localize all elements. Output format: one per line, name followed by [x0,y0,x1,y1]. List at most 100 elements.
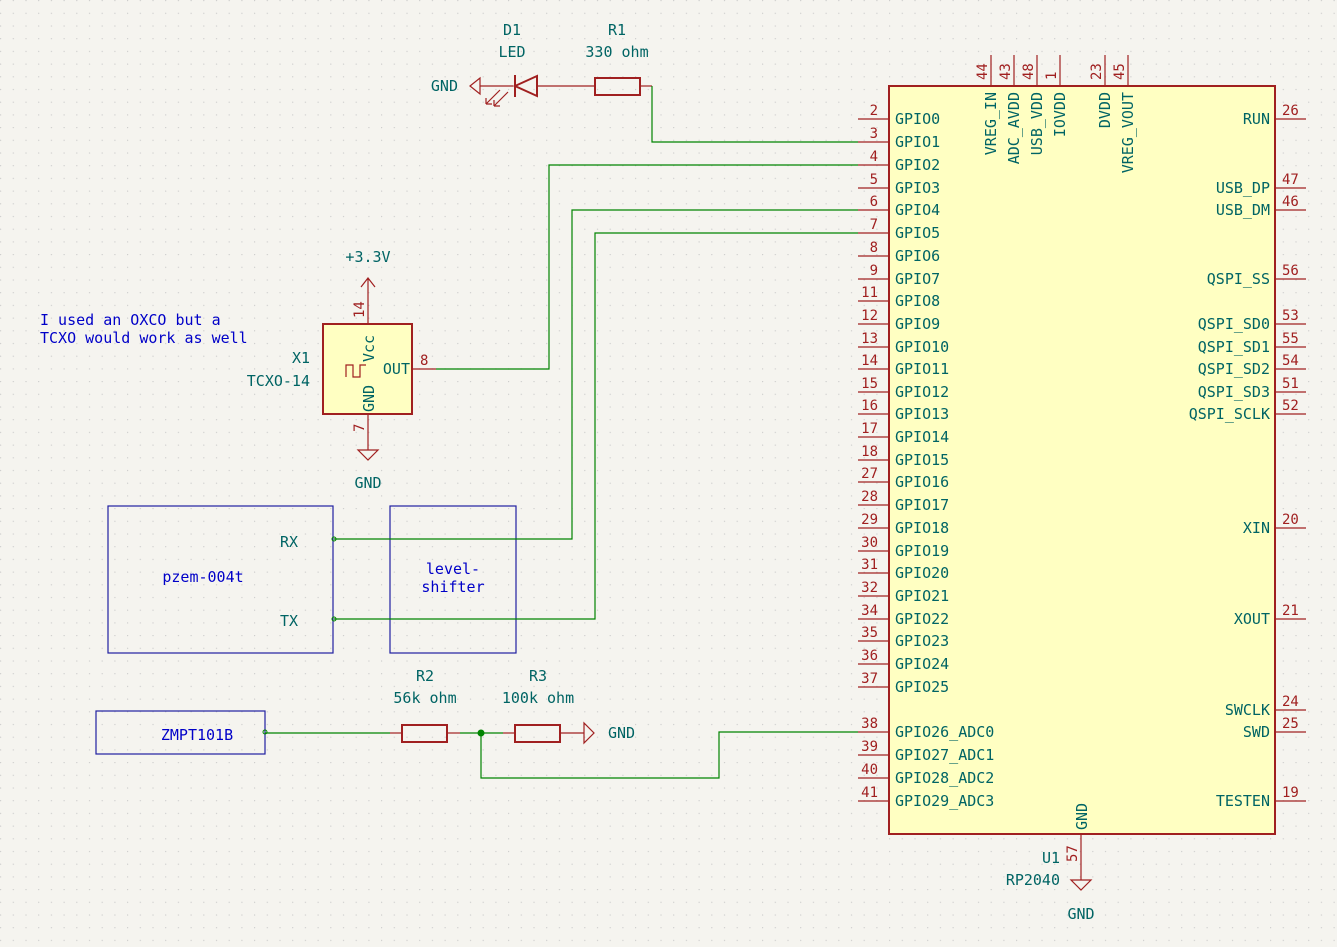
u1-pin-name: QSPI_SCLK [1189,405,1270,423]
u1-pin-num: 23 [1089,63,1105,80]
u1-pin-name: GPIO6 [895,247,940,265]
u1-pin-num: 7 [870,217,878,233]
x1-vcc-name: Vcc [360,335,378,362]
u1-pin-name: GPIO5 [895,224,940,242]
x1-ref: X1 [292,349,310,367]
x1-vcc-num: 14 [352,301,368,318]
x1-out-num: 8 [420,353,428,369]
u1-value: RP2040 [1006,871,1060,889]
mcu-u1[interactable]: 2 GPIO03 GPIO14 GPIO25 GPIO36 GPIO47 GPIO58 GPI… [858,55,1306,923]
u1-pin-num: 14 [861,353,878,369]
u1-gnd-pin-num: 57 [1065,845,1081,862]
u1-pin-num: 45 [1112,63,1128,80]
u1-pin-num: 31 [861,557,878,573]
u1-pin-name: QSPI_SD1 [1198,338,1270,356]
x1-power-label: +3.3V [345,248,390,266]
u1-pin-num: 5 [870,172,878,188]
u1-pin-name: GPIO3 [895,179,940,197]
u1-pin-name: GPIO23 [895,632,949,650]
u1-pin-name: GPIO0 [895,110,940,128]
u1-pin-name: GPIO13 [895,405,949,423]
pzem-tx-label: TX [280,612,298,630]
u1-pin-name: SWD [1243,723,1270,741]
r2-value: 56k ohm [393,689,456,707]
u1-pin-name: VREG_VOUT [1119,92,1137,173]
u1-pin-num: 20 [1282,512,1299,528]
note-line-2: TCXO would work as well [40,329,248,347]
u1-pin-name: USB_DP [1216,179,1270,197]
u1-pin-name: XOUT [1234,610,1270,628]
u1-pin-name: ADC_AVDD [1005,92,1023,164]
u1-pin-name: TESTEN [1216,792,1270,810]
u1-pin-num: 15 [861,376,878,392]
r3-value: 100k ohm [502,689,574,707]
u1-pin-name: GPIO14 [895,428,949,446]
level-shifter-line-2: shifter [421,578,484,596]
r3-gnd-label: GND [608,724,635,742]
note-line-1: I used an OXCO but a [40,311,221,329]
led-value: LED [498,43,525,61]
u1-pin-name: GPIO25 [895,678,949,696]
u1-pin-num: 24 [1282,694,1299,710]
u1-pin-name: GPIO17 [895,496,949,514]
u1-pin-name: SWCLK [1225,701,1270,719]
u1-pin-num: 8 [870,240,878,256]
u1-pin-name: GPIO20 [895,564,949,582]
r1-value: 330 ohm [585,43,648,61]
u1-pin-name: GPIO15 [895,451,949,469]
u1-gnd-pin-name: GND [1073,803,1091,830]
u1-pin-name: VREG_IN [982,92,1000,155]
u1-pin-num: 51 [1282,376,1299,392]
u1-pin-num: 2 [870,103,878,119]
u1-pin-name: GPIO2 [895,156,940,174]
u1-pin-name: GPIO19 [895,542,949,560]
u1-pin-num: 32 [861,580,878,596]
u1-pin-name: DVDD [1096,92,1114,128]
u1-pin-num: 36 [861,648,878,664]
x1-gnd-num: 7 [352,424,368,432]
u1-pin-num: 44 [975,63,991,80]
u1-pin-name: GPIO22 [895,610,949,628]
u1-pin-name: GPIO9 [895,315,940,333]
u1-pin-num: 55 [1282,331,1299,347]
u1-pin-name: GPIO11 [895,360,949,378]
u1-pin-name: QSPI_SD0 [1198,315,1270,333]
u1-pin-name: GPIO21 [895,587,949,605]
u1-pin-num: 28 [861,489,878,505]
u1-pin-num: 12 [861,308,878,324]
u1-pin-name: GPIO10 [895,338,949,356]
u1-pin-name: USB_DM [1216,201,1270,219]
u1-pin-name: GPIO1 [895,133,940,151]
u1-pin-num: 43 [998,63,1014,80]
u1-pin-num: 27 [861,466,878,482]
u1-pin-num: 21 [1282,603,1299,619]
u1-ref: U1 [1042,849,1060,867]
u1-pin-num: 4 [870,149,878,165]
u1-pin-num: 11 [861,285,878,301]
u1-pin-num: 54 [1282,353,1299,369]
u1-pin-name: GPIO26_ADC0 [895,723,994,741]
x1-out-name: OUT [383,360,410,378]
u1-pin-name: GPIO28_ADC2 [895,769,994,787]
u1-pin-num: 25 [1282,716,1299,732]
u1-pin-name: USB_VDD [1028,92,1046,155]
level-shifter-line-1: level- [426,560,480,578]
u1-pin-num: 18 [861,444,878,460]
u1-pin-num: 13 [861,331,878,347]
u1-pin-name: GPIO18 [895,519,949,537]
led-gnd-label: GND [431,77,458,95]
schematic-canvas: I used an OXCO but a TCXO would work as … [0,0,1337,947]
zmpt-label: ZMPT101B [161,726,233,744]
r2-ref: R2 [416,667,434,685]
x1-gnd-name: GND [360,385,378,412]
u1-pin-num: 56 [1282,263,1299,279]
u1-pin-num: 40 [861,762,878,778]
u1-pin-num: 47 [1282,172,1299,188]
u1-pin-num: 38 [861,716,878,732]
u1-pin-name: XIN [1243,519,1270,537]
u1-pin-num: 41 [861,785,878,801]
led-ref: D1 [503,21,521,39]
r3-ref: R3 [529,667,547,685]
u1-pin-num: 17 [861,421,878,437]
u1-pin-name: GPIO16 [895,473,949,491]
